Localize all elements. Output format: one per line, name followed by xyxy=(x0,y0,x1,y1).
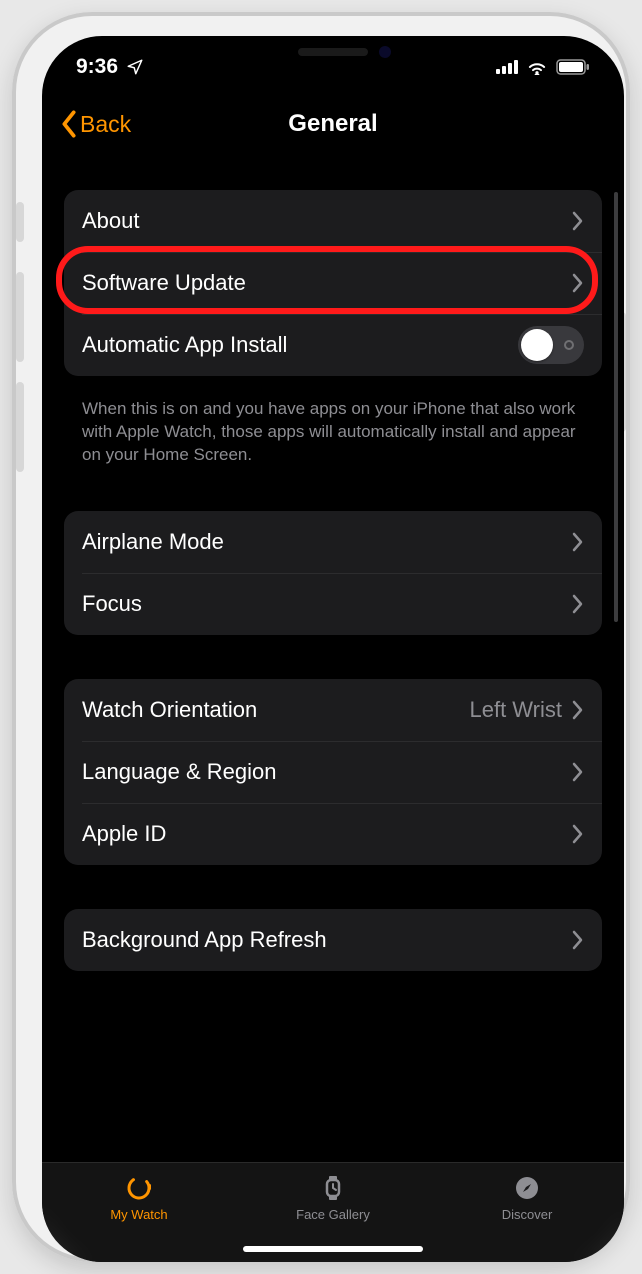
status-time: 9:36 xyxy=(76,55,118,79)
settings-group-4: Background App Refresh xyxy=(64,909,602,971)
row-automatic-app-install[interactable]: Automatic App Install xyxy=(64,314,602,376)
chevron-right-icon xyxy=(572,273,584,293)
wifi-icon xyxy=(526,59,548,75)
back-button[interactable]: Back xyxy=(60,110,131,138)
side-button-mute xyxy=(16,202,24,242)
row-label: About xyxy=(82,208,572,234)
row-label: Language & Region xyxy=(82,759,572,785)
tab-label: My Watch xyxy=(110,1207,167,1222)
settings-group-2: Airplane Mode Focus xyxy=(64,511,602,635)
side-button-voldown xyxy=(16,382,24,472)
row-apple-id[interactable]: Apple ID xyxy=(64,803,602,865)
front-camera xyxy=(379,46,391,58)
row-label: Software Update xyxy=(82,270,572,296)
switch-knob xyxy=(521,329,553,361)
row-about[interactable]: About xyxy=(64,190,602,252)
chevron-right-icon xyxy=(572,700,584,720)
row-focus[interactable]: Focus xyxy=(64,573,602,635)
row-language-region[interactable]: Language & Region xyxy=(64,741,602,803)
tab-label: Discover xyxy=(502,1207,553,1222)
row-watch-orientation[interactable]: Watch Orientation Left Wrist xyxy=(64,679,602,741)
status-left: 9:36 xyxy=(76,49,144,79)
row-label: Watch Orientation xyxy=(82,697,469,723)
row-label: Focus xyxy=(82,591,572,617)
tab-bar: My Watch Face Gallery xyxy=(42,1162,624,1262)
tab-label: Face Gallery xyxy=(296,1207,370,1222)
watch-face-icon xyxy=(318,1173,348,1203)
compass-icon xyxy=(512,1173,542,1203)
screen: 9:36 Back xyxy=(42,36,624,1262)
chevron-left-icon xyxy=(60,110,78,138)
switch-off-indicator xyxy=(564,340,574,350)
row-label: Apple ID xyxy=(82,821,572,847)
row-label: Airplane Mode xyxy=(82,529,572,555)
chevron-right-icon xyxy=(572,594,584,614)
chevron-right-icon xyxy=(572,532,584,552)
row-value: Left Wrist xyxy=(469,697,562,723)
settings-group-3: Watch Orientation Left Wrist Language & … xyxy=(64,679,602,865)
toggle-automatic-app-install[interactable] xyxy=(518,326,584,364)
row-label: Background App Refresh xyxy=(82,927,572,953)
home-indicator[interactable] xyxy=(243,1246,423,1252)
row-label: Automatic App Install xyxy=(82,332,518,358)
chevron-right-icon xyxy=(572,824,584,844)
notch xyxy=(213,36,453,72)
chevron-right-icon xyxy=(572,211,584,231)
row-background-app-refresh[interactable]: Background App Refresh xyxy=(64,909,602,971)
watch-icon xyxy=(124,1173,154,1203)
nav-bar: Back General xyxy=(42,96,624,152)
settings-group-1: About Software Update Automatic App Inst… xyxy=(64,190,602,376)
page-title: General xyxy=(288,110,377,138)
content-scroll[interactable]: About Software Update Automatic App Inst… xyxy=(42,166,624,1162)
row-airplane-mode[interactable]: Airplane Mode xyxy=(64,511,602,573)
back-label: Back xyxy=(80,111,131,138)
side-button-volup xyxy=(16,272,24,362)
scroll-indicator xyxy=(614,192,618,622)
device-frame: 9:36 Back xyxy=(12,12,630,1262)
cellular-icon xyxy=(496,60,518,74)
chevron-right-icon xyxy=(572,762,584,782)
status-right xyxy=(496,53,590,75)
tab-discover[interactable]: Discover xyxy=(430,1163,624,1262)
location-icon xyxy=(126,58,144,76)
group-footer-text: When this is on and you have apps on you… xyxy=(64,386,602,467)
tab-my-watch[interactable]: My Watch xyxy=(42,1163,236,1262)
row-software-update[interactable]: Software Update xyxy=(64,252,602,314)
battery-icon xyxy=(556,59,590,75)
earpiece-speaker xyxy=(298,48,368,56)
chevron-right-icon xyxy=(572,930,584,950)
